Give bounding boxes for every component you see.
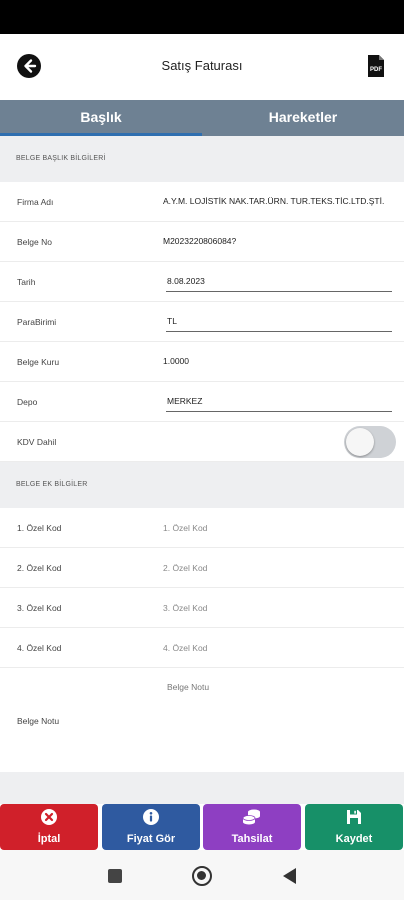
home-icon[interactable]	[192, 866, 212, 886]
ozel-kod-3-input[interactable]: 3. Özel Kod	[163, 603, 207, 613]
status-bar	[0, 0, 404, 34]
tahsilat-label: Tahsilat	[231, 833, 273, 845]
row-kdv-dahil: KDV Dahil	[0, 422, 404, 462]
kdv-dahil-toggle[interactable]	[344, 426, 396, 458]
back-triangle-icon[interactable]	[283, 868, 296, 884]
iptal-button[interactable]: İptal	[0, 804, 98, 850]
footer-spacer	[0, 772, 404, 804]
row-ozel-kod-2: 2. Özel Kod 2. Özel Kod	[0, 548, 404, 588]
tab-hareketler[interactable]: Hareketler	[202, 100, 404, 136]
fiyat-gor-button[interactable]: Fiyat Gör	[102, 804, 200, 850]
tarih-field[interactable]: 8.08.2023	[166, 274, 392, 292]
section-header-belge-ek: BELGE EK BİLGİLER	[0, 462, 404, 508]
page-title: Satış Faturası	[161, 58, 243, 73]
ozel-kod-2-label: 2. Özel Kod	[17, 563, 62, 573]
row-depo: Depo MERKEZ	[0, 382, 404, 422]
para-birimi-field[interactable]: TL	[166, 314, 392, 332]
svg-text:PDF: PDF	[370, 67, 382, 73]
para-birimi-label: ParaBirimi	[17, 317, 57, 327]
kaydet-button[interactable]: Kaydet	[305, 804, 403, 850]
tab-bar: Başlık Hareketler	[0, 100, 404, 136]
toggle-knob	[346, 428, 374, 456]
kdv-dahil-label: KDV Dahil	[17, 437, 57, 447]
row-ozel-kod-4: 4. Özel Kod 4. Özel Kod	[0, 628, 404, 668]
system-nav-bar	[0, 850, 404, 900]
ozel-kod-2-input[interactable]: 2. Özel Kod	[163, 563, 207, 573]
belge-notu-input[interactable]: Belge Notu	[167, 682, 209, 692]
section-header-belge-baslik: BELGE BAŞLIK BİLGİLERİ	[0, 136, 404, 182]
row-tarih: Tarih 8.08.2023	[0, 262, 404, 302]
ozel-kod-1-input[interactable]: 1. Özel Kod	[163, 523, 207, 533]
app-bar: Satış Faturası PDF	[0, 34, 404, 100]
belge-notu-label: Belge Notu	[17, 716, 60, 726]
firma-adi-label: Firma Adı	[17, 197, 54, 207]
ozel-kod-4-input[interactable]: 4. Özel Kod	[163, 643, 207, 653]
action-bar: İptal Fiyat Gör Tahsilat Kaydet	[0, 804, 404, 850]
pdf-icon: PDF	[368, 55, 384, 77]
section-title: BELGE BAŞLIK BİLGİLERİ	[16, 155, 106, 162]
recents-icon[interactable]	[108, 869, 122, 883]
coins-icon	[203, 808, 301, 826]
firma-adi-value: A.Y.M. LOJİSTİK NAK.TAR.ÜRN. TUR.TEKS.Tİ…	[163, 196, 385, 206]
belge-no-value: M2023220806084?	[163, 236, 237, 246]
info-circle-icon	[102, 808, 200, 826]
row-ozel-kod-3: 3. Özel Kod 3. Özel Kod	[0, 588, 404, 628]
row-para-birimi: ParaBirimi TL	[0, 302, 404, 342]
ozel-kod-3-label: 3. Özel Kod	[17, 603, 62, 613]
section-title: BELGE EK BİLGİLER	[16, 481, 88, 488]
depo-field[interactable]: MERKEZ	[166, 394, 392, 412]
fiyat-gor-label: Fiyat Gör	[126, 833, 176, 845]
belge-kuru-value: 1.0000	[163, 356, 189, 366]
row-firma-adi[interactable]: Firma Adı A.Y.M. LOJİSTİK NAK.TAR.ÜRN. T…	[0, 182, 404, 222]
ozel-kod-1-label: 1. Özel Kod	[17, 523, 62, 533]
belge-notu-area: Belge Notu Belge Notu	[0, 666, 404, 772]
ozel-kod-4-label: 4. Özel Kod	[17, 643, 62, 653]
belge-no-label: Belge No	[17, 237, 52, 247]
belge-kuru-label: Belge Kuru	[17, 357, 60, 367]
row-belge-no: Belge No M2023220806084?	[0, 222, 404, 262]
kaydet-label: Kaydet	[335, 833, 373, 845]
tarih-label: Tarih	[17, 277, 36, 287]
save-icon	[305, 808, 403, 826]
close-circle-icon	[0, 808, 98, 826]
row-ozel-kod-1: 1. Özel Kod 1. Özel Kod	[0, 508, 404, 548]
tahsilat-button[interactable]: Tahsilat	[203, 804, 301, 850]
iptal-label: İptal	[37, 833, 61, 845]
depo-label: Depo	[17, 397, 38, 407]
row-belge-kuru: Belge Kuru 1.0000	[0, 342, 404, 382]
pdf-button[interactable]: PDF	[366, 54, 386, 78]
tab-baslik[interactable]: Başlık	[0, 100, 202, 136]
